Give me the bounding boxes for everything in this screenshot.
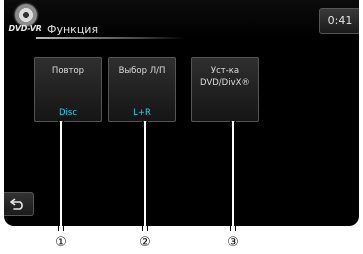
dvd-divx-setup-button[interactable]: Уст-ка DVD/DivX® xyxy=(191,57,259,122)
back-button[interactable] xyxy=(4,192,34,216)
callout-line-3 xyxy=(230,121,236,231)
dvd-vr-source-logo: DVD-VR xyxy=(7,4,43,36)
callout-line-1 xyxy=(58,121,64,231)
back-arrow-icon xyxy=(10,198,23,210)
repeat-button-label: Повтор xyxy=(51,66,85,76)
repeat-button-value: Disc xyxy=(58,108,77,118)
callout-line-2 xyxy=(142,121,148,231)
clock-display: 0:41 xyxy=(319,8,359,34)
audio-channel-button-label: Выбор Л/П xyxy=(118,66,166,76)
title-underline xyxy=(36,37,186,39)
audio-channel-button-value: L+R xyxy=(133,108,151,118)
callout-number-2: ② xyxy=(139,235,151,250)
dvd-divx-setup-button-label: Уст-ка DVD/DivX® xyxy=(200,66,250,88)
callout-number-1: ① xyxy=(55,235,67,250)
audio-channel-button[interactable]: Выбор Л/П L+R xyxy=(108,57,176,122)
callout-number-3: ③ xyxy=(227,235,239,250)
disc-icon xyxy=(15,4,37,26)
header-bar: DVD-VR Функция 0:41 xyxy=(4,0,359,39)
page-title: Функция xyxy=(47,23,99,36)
repeat-button[interactable]: Повтор Disc xyxy=(34,57,102,122)
logo-text: DVD-VR xyxy=(8,24,42,33)
